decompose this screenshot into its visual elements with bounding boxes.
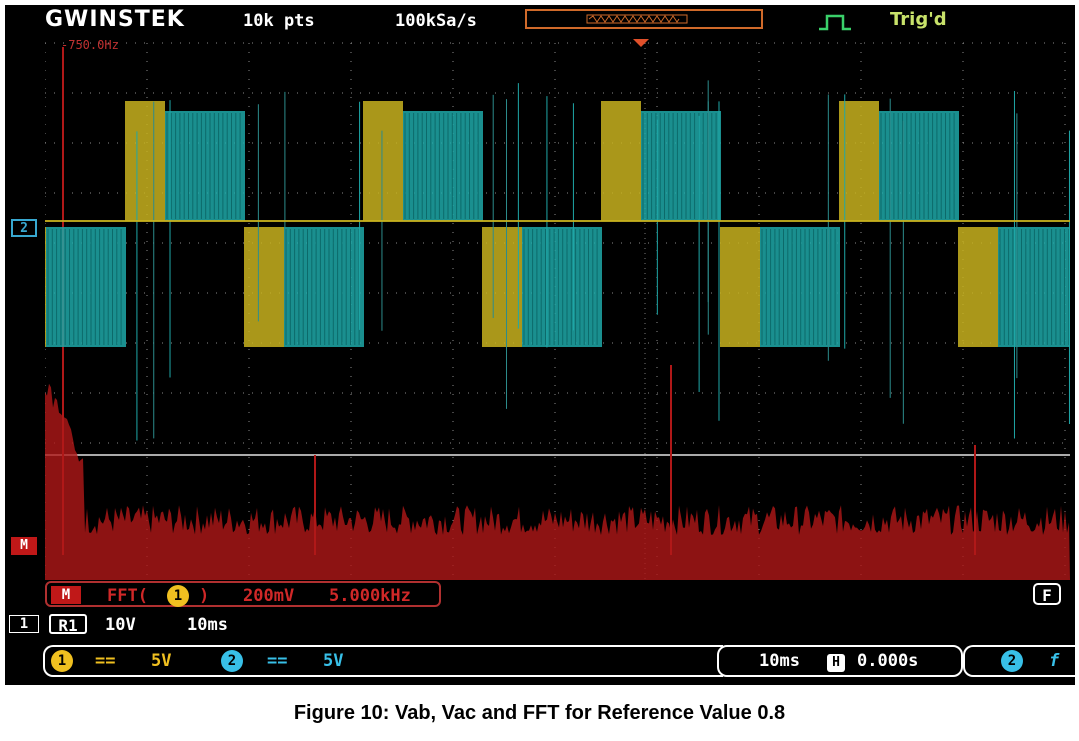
waveform-plot xyxy=(45,39,1070,580)
ch2-pulse xyxy=(46,227,126,347)
trigger-edge-symbol: f xyxy=(1049,651,1060,671)
fft-noise-floor xyxy=(45,383,1070,580)
brand-logo: GWINSTEK xyxy=(45,7,185,32)
record-length: 10k pts xyxy=(243,11,315,31)
figure-caption: Figure 10: Vab, Vac and FFT for Referenc… xyxy=(293,702,786,724)
horizontal-position: 0.000s xyxy=(857,651,919,671)
ch1-pulse xyxy=(601,101,641,221)
fft-source-badge: 1 xyxy=(167,585,189,607)
horizontal-position-icon: H xyxy=(827,654,845,672)
function-menu-button[interactable]: F xyxy=(1033,583,1061,605)
memory-window-icon xyxy=(586,14,688,24)
ch2-pulse xyxy=(641,111,721,221)
oscilloscope-screen: GWINSTEK 10k pts 100kSa/s Trig'd -750.0H… xyxy=(5,5,1075,685)
ch1-pulse xyxy=(482,227,522,347)
ch2-coupling-icon: == xyxy=(267,651,288,671)
trigger-source-badge: 2 xyxy=(1001,650,1023,672)
channel-traces xyxy=(45,80,1070,441)
timebase-value: 10ms xyxy=(759,651,800,671)
reference-time: 10ms xyxy=(187,615,228,635)
fft-scale: 200mV xyxy=(243,586,295,606)
ch2-pulse xyxy=(522,227,602,347)
ch2-pulse xyxy=(284,227,364,347)
trigger-position-marker xyxy=(633,39,649,47)
ch2-pulse xyxy=(165,111,245,221)
fft-function-close: ) xyxy=(199,586,210,606)
ch2-badge: 2 xyxy=(221,650,243,672)
channel-tag: 1 xyxy=(9,615,39,633)
reference-info-bar: 1 R1 10V 10ms xyxy=(5,611,1075,639)
ch1-pulse xyxy=(125,101,165,221)
trigger-segment[interactable]: 2 f xyxy=(963,645,1075,677)
sample-rate: 100kSa/s xyxy=(395,11,477,31)
trigger-edge-icon xyxy=(819,14,851,31)
trigger-status: Trig'd xyxy=(890,9,947,30)
channel-status-bar: 1 == 5V 2 == 5V 10ms H 0.000s 2 f xyxy=(5,643,1075,683)
ch2-pulse xyxy=(879,111,959,221)
ch2-scale: 5V xyxy=(323,651,344,671)
waveform-display[interactable] xyxy=(45,35,1070,580)
reference-badge[interactable]: R1 xyxy=(49,614,87,635)
ch1-badge: 1 xyxy=(51,650,73,672)
fft-frequency-marker: -750.0Hz xyxy=(61,38,119,52)
math-level-marker[interactable]: M xyxy=(11,537,37,555)
ch1-pulse xyxy=(720,227,760,347)
ch1-pulse xyxy=(45,227,46,347)
fft-span: 5.000kHz xyxy=(329,586,411,606)
ch1-pulse xyxy=(958,227,998,347)
reference-volts: 10V xyxy=(105,615,136,635)
ch2-pulse xyxy=(403,111,483,221)
timebase-segment[interactable]: 10ms H 0.000s xyxy=(717,645,963,677)
waveform-memory-indicator xyxy=(525,9,763,29)
channel-settings-segment[interactable]: 1 == 5V 2 == 5V xyxy=(43,645,723,677)
top-status-bar: GWINSTEK 10k pts 100kSa/s Trig'd xyxy=(5,5,1075,35)
math-fft-bar[interactable]: M FFT( 1 ) 200mV 5.000kHz xyxy=(45,581,441,607)
ch1-scale: 5V xyxy=(151,651,172,671)
ch2-level-marker[interactable]: 2 xyxy=(11,219,37,237)
fft-function: FFT( xyxy=(107,586,148,606)
ch1-pulse xyxy=(363,101,403,221)
ch1-pulse xyxy=(244,227,284,347)
math-badge: M xyxy=(51,586,81,604)
ch1-coupling-icon: == xyxy=(95,651,116,671)
